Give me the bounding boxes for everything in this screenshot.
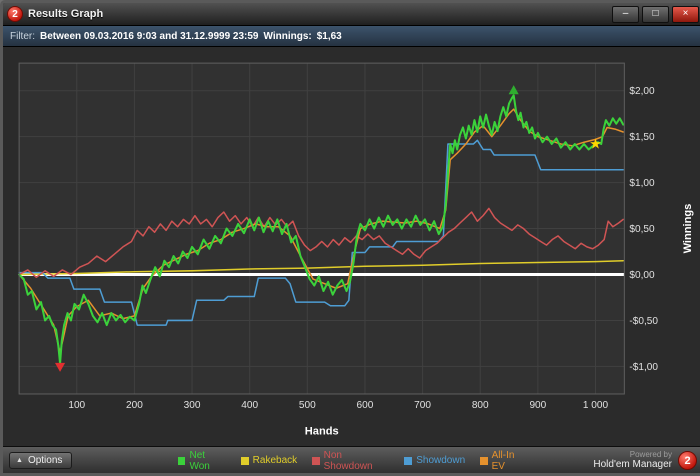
close-button[interactable]: × (672, 5, 699, 23)
filter-range-text: Between 09.03.2016 9:03 and 31.12.9999 2… (40, 30, 259, 42)
legend-item-non-showdown: Non Showdown (312, 450, 389, 472)
brand-logo-icon: 2 (678, 451, 697, 471)
all-in-ev-swatch-icon (480, 456, 488, 465)
legend-item-rakeback: Rakeback (240, 455, 298, 467)
title-bar[interactable]: 2 Results Graph – □ × (3, 3, 700, 26)
y-tick-label: -$1,00 (629, 362, 658, 373)
window-title: Results Graph (28, 8, 104, 20)
bottom-bar: ▲ Options Net Won Rakeback Non Showdown … (3, 446, 700, 473)
y-tick-label: $2,00 (629, 86, 655, 97)
legend-label-all-in-ev: All-In EV (491, 449, 515, 472)
winnings-label: Winnings: (263, 30, 312, 42)
x-tick-label: 400 (241, 400, 258, 411)
legend-item-showdown: Showdown (404, 455, 465, 466)
x-tick-label: 200 (126, 400, 143, 411)
net-won-swatch-icon (178, 456, 186, 465)
x-tick-label: 900 (529, 400, 546, 411)
y-tick-label: -$0,50 (629, 316, 658, 327)
rakeback-swatch-icon (240, 456, 249, 465)
legend-label-rakeback: Rakeback (252, 455, 298, 467)
showdown-swatch-icon (404, 456, 413, 465)
powered-by-block: Powered by Hold'em Manager 2 (593, 451, 697, 471)
results-chart: 100 200 300 400 500 600 700 800 900 1 000 $2,00 $1,… (18, 62, 694, 437)
x-tick-label: 100 (68, 400, 85, 411)
non-showdown-swatch-icon (312, 456, 320, 465)
legend-item-net-won: Net Won (178, 450, 226, 472)
app-logo-icon: 2 (7, 6, 23, 22)
x-tick-label: 800 (472, 400, 489, 411)
filter-label: Filter: (10, 30, 35, 42)
x-axis-title: Hands (305, 425, 339, 437)
results-graph-window: 2 Results Graph – □ × Filter: Between 09… (0, 0, 700, 476)
x-tick-label: 1 000 (583, 400, 609, 411)
legend-item-all-in-ev: All-In EV (480, 450, 528, 472)
chart-legend: Net Won Rakeback Non Showdown Showdown A… (178, 450, 528, 472)
options-button-label: Options (27, 455, 63, 467)
filter-bar: Filter: Between 09.03.2016 9:03 and 31.1… (3, 26, 700, 47)
chart-panel: 100 200 300 400 500 600 700 800 900 1 000 $2,00 $1,… (3, 47, 700, 447)
y-tick-label: $1,00 (629, 178, 655, 189)
legend-label-net-won: Net Won (189, 449, 210, 472)
maximize-button[interactable]: □ (642, 5, 669, 23)
minimize-button[interactable]: – (612, 5, 639, 23)
legend-label-showdown: Showdown (416, 455, 466, 467)
y-tick-label: $1,50 (629, 132, 655, 143)
chevron-up-icon: ▲ (16, 457, 23, 465)
star-marker-icon: ★ (589, 136, 602, 152)
brand-name: Hold'em Manager (593, 458, 672, 470)
options-button[interactable]: ▲ Options (9, 452, 73, 470)
y-axis-title: Winnings (682, 204, 694, 254)
y-tick-label: $0,00 (629, 270, 655, 281)
y-tick-label: $0,50 (629, 224, 655, 235)
winnings-value: $1,63 (316, 30, 342, 42)
x-tick-label: 300 (184, 400, 201, 411)
x-tick-label: 700 (414, 400, 431, 411)
x-tick-label: 600 (357, 400, 374, 411)
legend-label-non-showdown: Non Showdown (323, 449, 373, 472)
x-tick-label: 500 (299, 400, 316, 411)
